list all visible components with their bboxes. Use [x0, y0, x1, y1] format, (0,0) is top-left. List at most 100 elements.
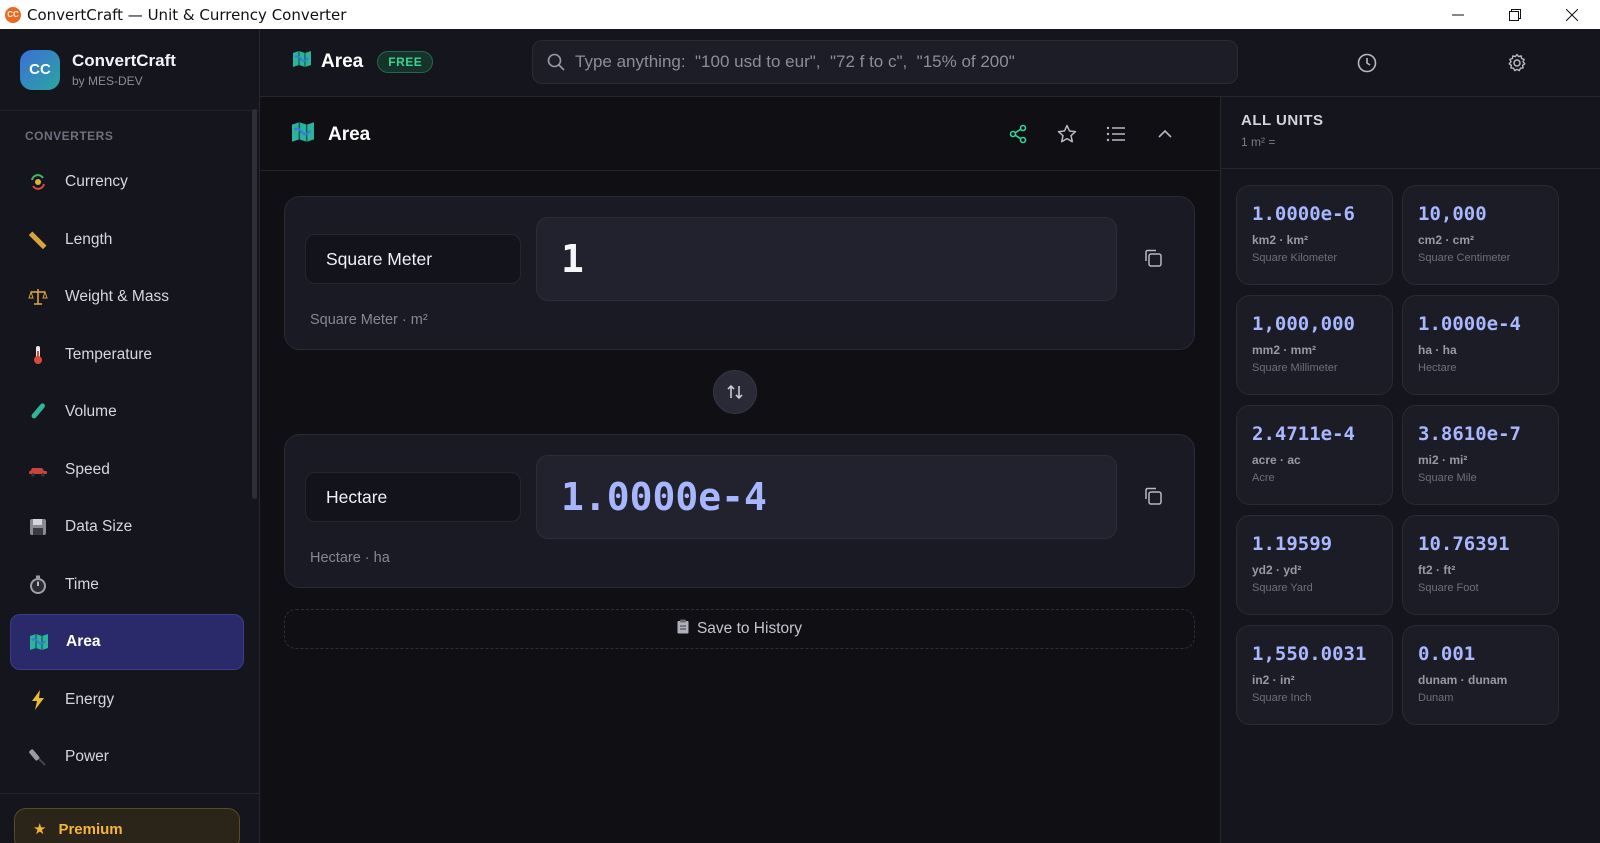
- ruler-icon: [27, 229, 49, 251]
- clipboard-icon: [677, 619, 689, 639]
- swap-units-button[interactable]: [713, 370, 757, 414]
- free-badge: FREE: [377, 51, 434, 73]
- gear-icon: [1508, 53, 1526, 72]
- unit-code: ft2 · ft²: [1418, 563, 1456, 577]
- window-title: ConvertCraft — Unit & Currency Converter: [27, 5, 347, 24]
- unit-card-ha[interactable]: 1.0000e-4 ha · ha Hectare: [1402, 295, 1559, 395]
- premium-label: Premium: [58, 820, 123, 838]
- page-title: Area FREE: [292, 50, 434, 74]
- unit-name: Acre: [1252, 472, 1275, 484]
- share-button[interactable]: [1006, 122, 1030, 146]
- brand-name: ConvertCraft: [72, 51, 176, 70]
- converter-panel: Area Square Meter 1 Square Meter · m² He…: [260, 97, 1220, 843]
- map-icon: [290, 121, 316, 149]
- unit-name: Square Foot: [1418, 582, 1479, 594]
- sidebar-item-label: Power: [65, 748, 109, 765]
- from-unit-card: Square Meter 1 Square Meter · m²: [284, 196, 1195, 350]
- from-value-input[interactable]: 1: [536, 217, 1117, 301]
- sidebar-scrollbar[interactable]: [252, 109, 257, 499]
- list-view-button[interactable]: [1104, 122, 1128, 146]
- sidebar-item-label: Currency: [65, 173, 128, 190]
- brand-byline: by MES-DEV: [72, 74, 143, 88]
- sidebar-item-label: Energy: [65, 690, 115, 708]
- share-icon: [1009, 124, 1027, 144]
- unit-card-mi2[interactable]: 3.8610e-7 mi2 · mi² Square Mile: [1402, 405, 1559, 505]
- restore-button[interactable]: [1486, 0, 1543, 29]
- unit-code: mm2 · mm²: [1252, 343, 1317, 357]
- history-button[interactable]: [1355, 51, 1379, 75]
- sidebar-item-label: Time: [65, 575, 99, 593]
- unit-name: Square Mile: [1418, 472, 1477, 484]
- sidebar-item-label: Volume: [65, 403, 117, 420]
- list-icon: [1106, 126, 1125, 142]
- panel-title: Area: [290, 121, 370, 149]
- close-icon: [1565, 8, 1578, 21]
- brand: CC ConvertCraft by MES-DEV: [0, 29, 259, 111]
- sidebar-item-label: Data Size: [65, 518, 133, 535]
- sidebar-item-data-size[interactable]: Data Size: [10, 499, 244, 555]
- unit-code: yd2 · yd²: [1252, 563, 1302, 577]
- sidebar-item-weight-mass[interactable]: Weight & Mass: [10, 269, 244, 325]
- unit-card-cm2[interactable]: 10,000 cm2 · cm² Square Centimeter: [1402, 185, 1559, 285]
- sidebar-item-time[interactable]: Time: [10, 557, 244, 613]
- copy-from-button[interactable]: [1142, 247, 1164, 269]
- unit-value: 1.0000e-4: [1418, 313, 1521, 335]
- sidebar-item-volume[interactable]: Volume: [10, 384, 244, 440]
- premium-button[interactable]: ★ Premium: [14, 808, 240, 843]
- from-unit-select[interactable]: Square Meter: [305, 234, 521, 284]
- search-input[interactable]: [575, 52, 1215, 72]
- unit-card-km2[interactable]: 1.0000e-6 km2 · km² Square Kilometer: [1236, 185, 1393, 285]
- chevron-up-icon: [1158, 129, 1172, 138]
- restore-icon: [1508, 8, 1521, 21]
- unit-card-acre[interactable]: 2.4711e-4 acre · ac Acre: [1236, 405, 1393, 505]
- sidebar-item-speed[interactable]: Speed: [10, 442, 244, 498]
- map-icon: [292, 50, 312, 74]
- unit-card-mm2[interactable]: 1,000,000 mm2 · mm² Square Millimeter: [1236, 295, 1393, 395]
- to-unit-caption: Hectare · ha: [310, 550, 390, 566]
- sidebar-item-energy[interactable]: Energy: [10, 672, 244, 728]
- unit-value: 10.76391: [1418, 533, 1510, 555]
- unit-name: Square Millimeter: [1252, 362, 1338, 374]
- save-to-history-button[interactable]: Save to History: [284, 609, 1195, 649]
- copy-icon: [1145, 249, 1162, 267]
- unit-value: 3.8610e-7: [1418, 423, 1521, 445]
- sidebar-item-area[interactable]: Area: [10, 614, 244, 670]
- sidebar-item-temperature[interactable]: Temperature: [10, 327, 244, 383]
- minimize-icon: [1451, 14, 1464, 15]
- scale-icon: [27, 286, 49, 308]
- settings-button[interactable]: [1505, 51, 1529, 75]
- copy-icon: [1145, 487, 1162, 505]
- copy-to-button[interactable]: [1142, 485, 1164, 507]
- collapse-button[interactable]: [1153, 122, 1177, 146]
- panel-header: Area: [260, 97, 1220, 171]
- unit-card-dunam[interactable]: 0.001 dunam · dunam Dunam: [1402, 625, 1559, 725]
- sidebar-item-length[interactable]: Length: [10, 212, 244, 268]
- all-units-title: ALL UNITS: [1241, 112, 1324, 129]
- close-button[interactable]: [1543, 0, 1600, 29]
- unit-value: 1.0000e-6: [1252, 203, 1355, 225]
- search-bar[interactable]: [532, 40, 1238, 84]
- unit-code: km2 · km²: [1252, 233, 1309, 247]
- lightning-icon: [27, 689, 49, 711]
- unit-card-ft2[interactable]: 10.76391 ft2 · ft² Square Foot: [1402, 515, 1559, 615]
- sidebar-item-currency[interactable]: Currency: [10, 154, 244, 210]
- unit-code: dunam · dunam: [1418, 673, 1508, 687]
- minimize-button[interactable]: [1429, 0, 1486, 29]
- unit-card-in2[interactable]: 1,550.0031 in2 · in² Square Inch: [1236, 625, 1393, 725]
- favorite-button[interactable]: [1055, 122, 1079, 146]
- unit-code: ha · ha: [1418, 343, 1457, 357]
- unit-card-yd2[interactable]: 1.19599 yd2 · yd² Square Yard: [1236, 515, 1393, 615]
- app-icon: CC: [5, 6, 21, 23]
- app-logo: CC: [20, 49, 60, 90]
- currency-exchange-icon: [27, 171, 49, 193]
- sidebar-item-label: Temperature: [65, 345, 153, 363]
- plug-icon: [27, 746, 49, 768]
- unit-name: Square Centimeter: [1418, 252, 1511, 264]
- converter-nav: Currency Length Weight & Mass Temperatur…: [10, 154, 244, 787]
- to-unit-select[interactable]: Hectare: [305, 472, 521, 522]
- unit-name: Dunam: [1418, 692, 1454, 704]
- map-icon: [28, 631, 50, 653]
- sidebar-item-power[interactable]: Power: [10, 729, 244, 785]
- unit-code: acre · ac: [1252, 453, 1301, 467]
- test-tube-icon: [27, 401, 49, 423]
